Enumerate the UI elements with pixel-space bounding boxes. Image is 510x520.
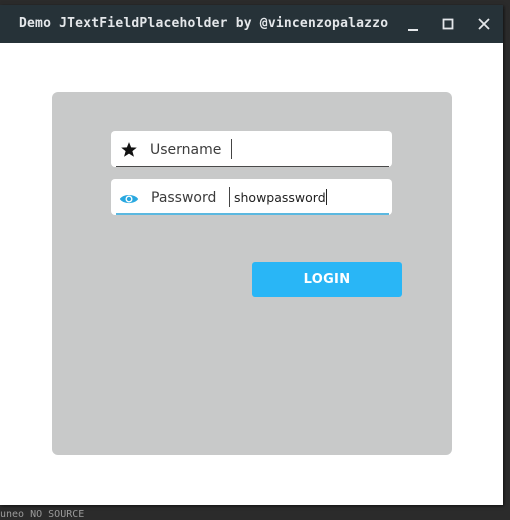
password-input[interactable] — [234, 187, 384, 207]
maximize-button[interactable] — [436, 13, 460, 35]
minimize-icon — [408, 29, 418, 31]
background-console-text: uneo NO SOURCE — [0, 509, 85, 520]
window-title: Demo JTextFieldPlaceholder by @vincenzop… — [19, 16, 389, 31]
password-field[interactable]: Password — [111, 179, 392, 215]
close-icon — [478, 18, 490, 30]
password-label: Password — [151, 190, 217, 206]
username-field[interactable]: Username — [111, 131, 392, 167]
username-separator — [231, 139, 232, 159]
login-panel: Username Password LOGIN — [52, 92, 452, 455]
password-underline — [116, 213, 389, 215]
star-icon — [120, 141, 138, 162]
username-label: Username — [150, 142, 222, 158]
maximize-icon — [442, 18, 454, 30]
title-bar[interactable]: Demo JTextFieldPlaceholder by @vincenzop… — [0, 5, 503, 43]
username-input[interactable] — [233, 139, 383, 159]
login-button[interactable]: LOGIN — [252, 262, 402, 297]
app-window: Demo JTextFieldPlaceholder by @vincenzop… — [0, 5, 503, 505]
eye-icon[interactable] — [119, 191, 139, 210]
minimize-button[interactable] — [401, 13, 425, 35]
text-caret — [326, 189, 327, 205]
close-button[interactable] — [472, 13, 496, 35]
username-underline — [116, 166, 389, 167]
password-separator — [229, 187, 230, 207]
